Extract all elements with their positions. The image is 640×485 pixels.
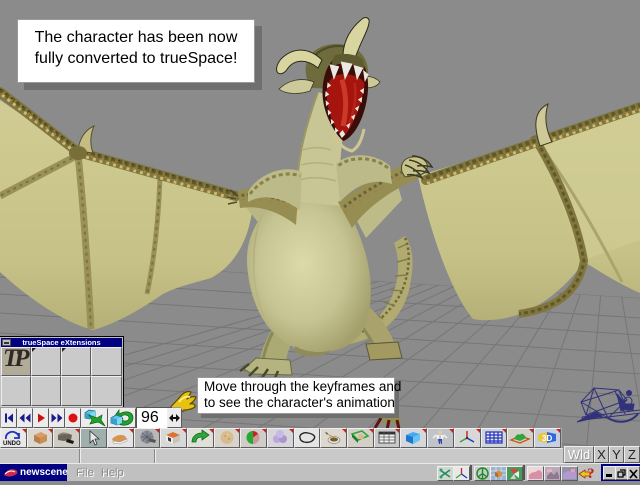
svg-text:UNDO: UNDO xyxy=(3,441,21,447)
svg-text:3D: 3D xyxy=(542,434,552,443)
svg-text:?: ? xyxy=(587,466,595,480)
